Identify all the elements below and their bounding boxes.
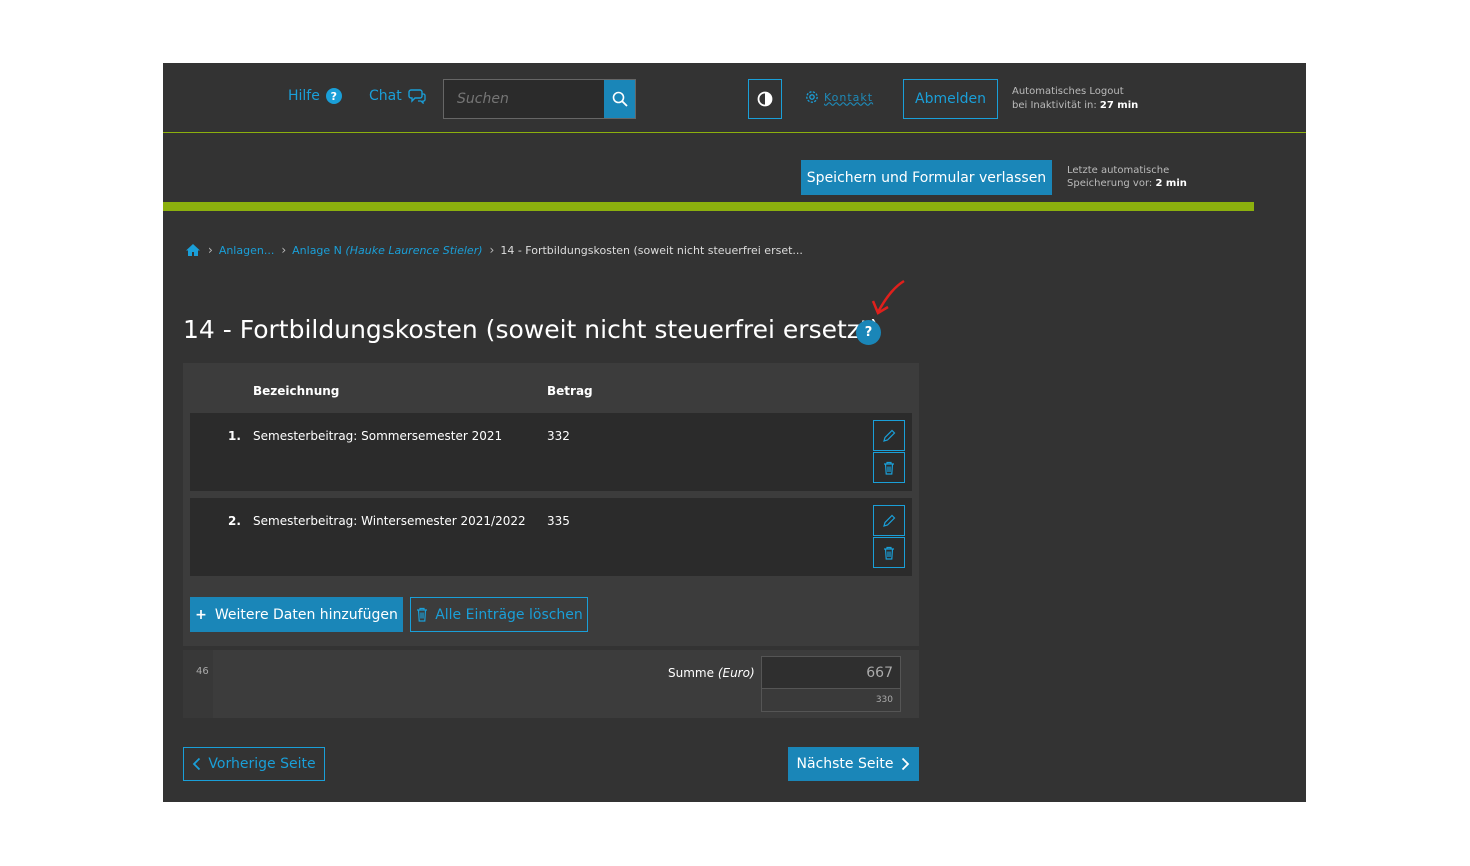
delete-row-button[interactable] [873,537,905,568]
sum-value: 667 [866,665,893,681]
autologout-line2: bei Inaktivität in: [1012,100,1097,111]
plus-icon: + [195,606,207,623]
breadcrumb-item-anlage-n[interactable]: Anlage N (Hauke Laurence Stieler) [292,244,482,257]
autologout-time: 27 min [1099,100,1139,111]
column-header-amount: Betrag [547,384,593,398]
next-page-button[interactable]: Nächste Seite [788,747,919,781]
delete-row-button[interactable] [873,452,905,483]
title-help-button[interactable]: ? [856,320,881,345]
search-button[interactable] [604,80,635,118]
top-header: Hilfe ? Chat Kontakt Abmelden Automatisc… [163,63,1306,133]
home-icon[interactable] [185,243,201,257]
search-box [443,79,636,119]
chevron-right-icon: › [281,243,287,257]
contrast-toggle-button[interactable] [748,79,782,119]
autologout-info: Automatisches Logout bei Inaktivität in:… [1012,85,1138,113]
autologout-line1: Automatisches Logout [1012,86,1124,97]
edit-row-button[interactable] [873,420,905,451]
edit-row-button[interactable] [873,505,905,536]
chevron-right-icon: › [489,243,495,257]
autosave-line1: Letzte automatische [1067,165,1170,176]
previous-page-button[interactable]: Vorherige Seite [183,747,325,781]
pencil-icon [883,514,896,527]
logout-button[interactable]: Abmelden [903,79,998,119]
delete-all-button[interactable]: Alle Einträge löschen [410,597,588,632]
row-description: Semesterbeitrag: Sommersemester 2021 [253,429,503,443]
app-frame: Hilfe ? Chat Kontakt Abmelden Automatisc… [163,63,1306,802]
row-number: 2. [228,514,241,528]
search-input[interactable] [444,80,604,118]
row-amount: 335 [547,514,570,528]
sum-label: Summe (Euro) [668,666,755,680]
breadcrumb-item-anlage-n-label: Anlage N [292,243,342,257]
trash-icon [884,461,894,475]
delete-all-label: Alle Einträge löschen [435,606,583,623]
breadcrumb-current: 14 - Fortbildungskosten (soweit nicht st… [500,243,803,257]
table-row: 1. Semesterbeitrag: Sommersemester 2021 … [190,413,912,491]
pencil-icon [883,429,896,442]
progress-divider [163,202,1254,211]
row-description: Semesterbeitrag: Wintersemester 2021/202… [253,514,526,528]
row-amount: 332 [547,429,570,443]
gear-icon [806,91,818,103]
sum-label-unit: (Euro) [717,666,755,680]
table-row: 2. Semesterbeitrag: Wintersemester 2021/… [190,498,912,576]
chevron-right-icon: › [208,243,213,257]
help-label: Hilfe [288,88,320,104]
contrast-icon [757,91,773,107]
autosave-time: 2 min [1155,178,1187,189]
column-header-description: Bezeichnung [253,384,340,398]
breadcrumb-item-anlage-n-person: (Hauke Laurence Stieler) [345,243,483,257]
trash-icon [884,546,894,560]
sum-field-code: 330 [762,688,900,711]
trash-icon [417,607,428,622]
autosave-line2: Speicherung vor: [1067,178,1153,189]
chat-label: Chat [369,88,402,104]
help-icon: ? [325,88,342,104]
row-number: 1. [228,429,241,443]
breadcrumb-item-anlagen[interactable]: Anlagen... [219,244,275,257]
next-page-label: Nächste Seite [796,756,894,772]
page-title: 14 - Fortbildungskosten (soweit nicht st… [183,315,880,344]
autosave-info: Letzte automatische Speicherung vor: 2 m… [1067,164,1187,190]
red-arrow-annotation [871,279,905,315]
user-settings-link[interactable]: Kontakt [805,90,873,104]
search-icon [612,91,628,107]
add-entry-button[interactable]: + Weitere Daten hinzufügen [190,597,403,632]
sum-panel: 46 Summe (Euro) 667 330 [183,650,919,718]
sum-label-text: Summe [668,666,714,680]
username: Kontakt [824,90,874,104]
previous-page-label: Vorherige Seite [208,756,316,772]
chat-link[interactable]: Chat [369,88,426,104]
chevron-right-icon [902,757,910,771]
save-and-exit-button[interactable]: Speichern und Formular verlassen [801,160,1052,195]
line-number: 46 [183,650,213,718]
sum-field: 667 330 [761,656,901,712]
cost-table: Bezeichnung Betrag 1. Semesterbeitrag: S… [183,363,919,646]
chat-icon [408,89,426,104]
add-entry-label: Weitere Daten hinzufügen [214,606,398,623]
help-link[interactable]: Hilfe ? [288,88,342,104]
chevron-left-icon [193,757,201,771]
breadcrumb: › Anlagen... › Anlage N (Hauke Laurence … [185,243,803,257]
